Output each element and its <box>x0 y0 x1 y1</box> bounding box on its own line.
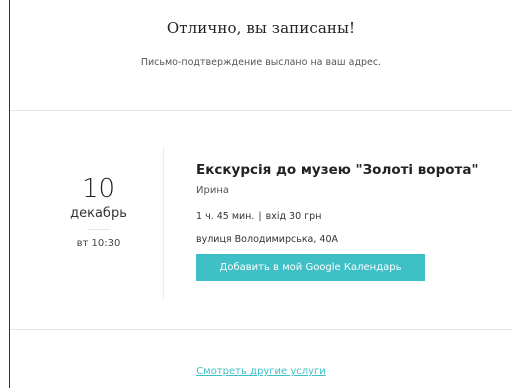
confirmation-subtitle: Письмо-подтверждение выслано на ваш адре… <box>140 57 382 68</box>
date-divider <box>87 229 110 230</box>
confirmation-title: Отлично, вы записаны! <box>166 19 356 37</box>
staff-name: Ирина <box>196 185 229 196</box>
vertical-divider <box>163 146 164 300</box>
other-services-link[interactable]: Смотреть другие услуги <box>196 366 326 377</box>
booking-price: вхід 30 грн <box>265 211 322 222</box>
meta-separator: | <box>258 211 262 222</box>
booking-duration: 1 ч. 45 мин. <box>196 211 255 222</box>
booking-day: 10 <box>81 174 116 204</box>
booking-date: 10 декабрь вт 10:30 <box>40 146 157 300</box>
confirmation-footer: Смотреть другие услуги <box>10 330 512 379</box>
booking-details: Екскурсія до музею "Золоті ворота" Ирина… <box>196 161 506 281</box>
service-title: Екскурсія до музею "Золоті ворота" <box>196 162 479 178</box>
booking-month: декабрь <box>70 206 127 221</box>
add-to-google-calendar-button[interactable]: Добавить в мой Google Календарь <box>196 254 425 281</box>
booking-address: вулиця Володимирська, 40А <box>196 234 339 245</box>
booking-summary: 10 декабрь вт 10:30 Екскурсія до музею "… <box>10 111 512 330</box>
booking-weekday-time: вт 10:30 <box>76 238 121 249</box>
confirmation-header: Отлично, вы записаны! Письмо-подтвержден… <box>10 0 512 111</box>
confirmation-panel: Отлично, вы записаны! Письмо-подтвержден… <box>9 0 512 388</box>
booking-meta: 1 ч. 45 мин. | вхід 30 грн <box>196 211 506 222</box>
